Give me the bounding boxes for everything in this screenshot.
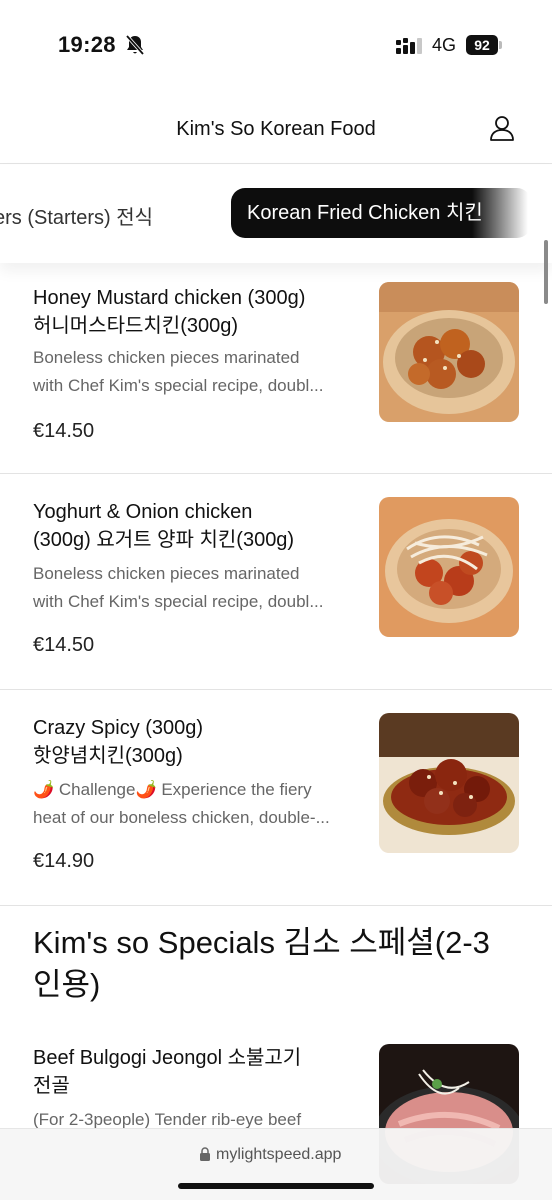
item-description-line: Boneless chicken pieces marinated xyxy=(33,564,300,583)
item-photo[interactable] xyxy=(379,497,519,637)
section-title-line: Kim's so Specials 김소 스페셜(2-3 xyxy=(33,925,490,960)
item-description: Boneless chicken pieces marinated with C… xyxy=(33,560,363,616)
item-price: €14.50 xyxy=(33,634,95,656)
item-name-line: 핫양념치킨(300g) xyxy=(33,745,183,767)
item-name: Yoghurt & Onion chicken (300g) 요거트 양파 치킨… xyxy=(33,498,363,554)
item-name: Beef Bulgogi Jeongol 소불고기 전골 xyxy=(33,1044,363,1100)
item-description-line: 🌶️ Challenge🌶️ Experience the fiery xyxy=(33,780,312,799)
menu-item[interactable]: Yoghurt & Onion chicken (300g) 요거트 양파 치킨… xyxy=(0,474,552,690)
item-description: 🌶️ Challenge🌶️ Experience the fiery heat… xyxy=(33,776,363,832)
item-name: Honey Mustard chicken (300g) 허니머스타드치킨(30… xyxy=(33,284,363,340)
network-type: 4G xyxy=(432,35,457,55)
item-name-line: (300g) 요거트 양파 치킨(300g) xyxy=(33,529,295,551)
item-name-line: 전골 xyxy=(33,1075,70,1097)
item-description: Boneless chicken pieces marinated with C… xyxy=(33,344,363,400)
tabs-fade xyxy=(472,165,552,263)
tab-starters[interactable]: ers (Starters) 전식 xyxy=(0,201,153,230)
item-name-line: Crazy Spicy (300g) xyxy=(33,717,204,739)
item-description-line: with Chef Kim's special recipe, doubl... xyxy=(33,376,324,395)
user-account-icon[interactable] xyxy=(488,114,516,142)
item-price: €14.90 xyxy=(33,850,95,872)
item-photo[interactable] xyxy=(379,282,519,422)
item-description-line: heat of our boneless chicken, double-... xyxy=(33,808,330,827)
browser-url-bar[interactable]: mylightspeed.app xyxy=(0,1128,552,1200)
url-text[interactable]: mylightspeed.app xyxy=(216,1146,341,1164)
item-name-line: Beef Bulgogi Jeongol 소불고기 xyxy=(33,1047,302,1069)
bell-off-icon xyxy=(125,34,145,56)
item-name-line: 허니머스타드치킨(300g) xyxy=(33,315,239,337)
category-tabs: ers (Starters) 전식 Korean Fried Chicken 치… xyxy=(0,165,552,263)
section-title-line: 인용) xyxy=(33,967,101,1002)
lock-icon xyxy=(200,1147,210,1161)
scrollbar[interactable] xyxy=(544,240,548,304)
item-description-line: Boneless chicken pieces marinated xyxy=(33,348,300,367)
status-bar: 19:28 4G 92 xyxy=(0,0,552,90)
item-name: Crazy Spicy (300g) 핫양념치킨(300g) xyxy=(33,714,363,770)
item-photo[interactable] xyxy=(379,713,519,853)
item-price: €14.50 xyxy=(33,420,95,442)
menu-item[interactable]: Crazy Spicy (300g) 핫양념치킨(300g) 🌶️ Challe… xyxy=(0,690,552,906)
section-title: Kim's so Specials 김소 스페셜(2-3 인용) xyxy=(33,922,533,1006)
battery-icon: 92 xyxy=(466,35,502,55)
home-indicator xyxy=(178,1183,374,1189)
cellular-signal-icon xyxy=(396,38,422,54)
menu-item[interactable]: Honey Mustard chicken (300g) 허니머스타드치킨(30… xyxy=(0,264,552,474)
battery-nub xyxy=(499,41,502,49)
app-header: Kim's So Korean Food xyxy=(0,90,552,164)
battery-level: 92 xyxy=(466,35,498,55)
item-name-line: Yoghurt & Onion chicken xyxy=(33,501,253,523)
item-description-line: with Chef Kim's special recipe, doubl... xyxy=(33,592,324,611)
menu-item[interactable]: Beef Bulgogi Jeongol 소불고기 전골 (For 2-3peo… xyxy=(0,1024,552,1184)
status-time: 19:28 xyxy=(58,32,116,57)
item-name-line: Honey Mustard chicken (300g) xyxy=(33,287,306,309)
page-title: Kim's So Korean Food xyxy=(176,118,376,140)
